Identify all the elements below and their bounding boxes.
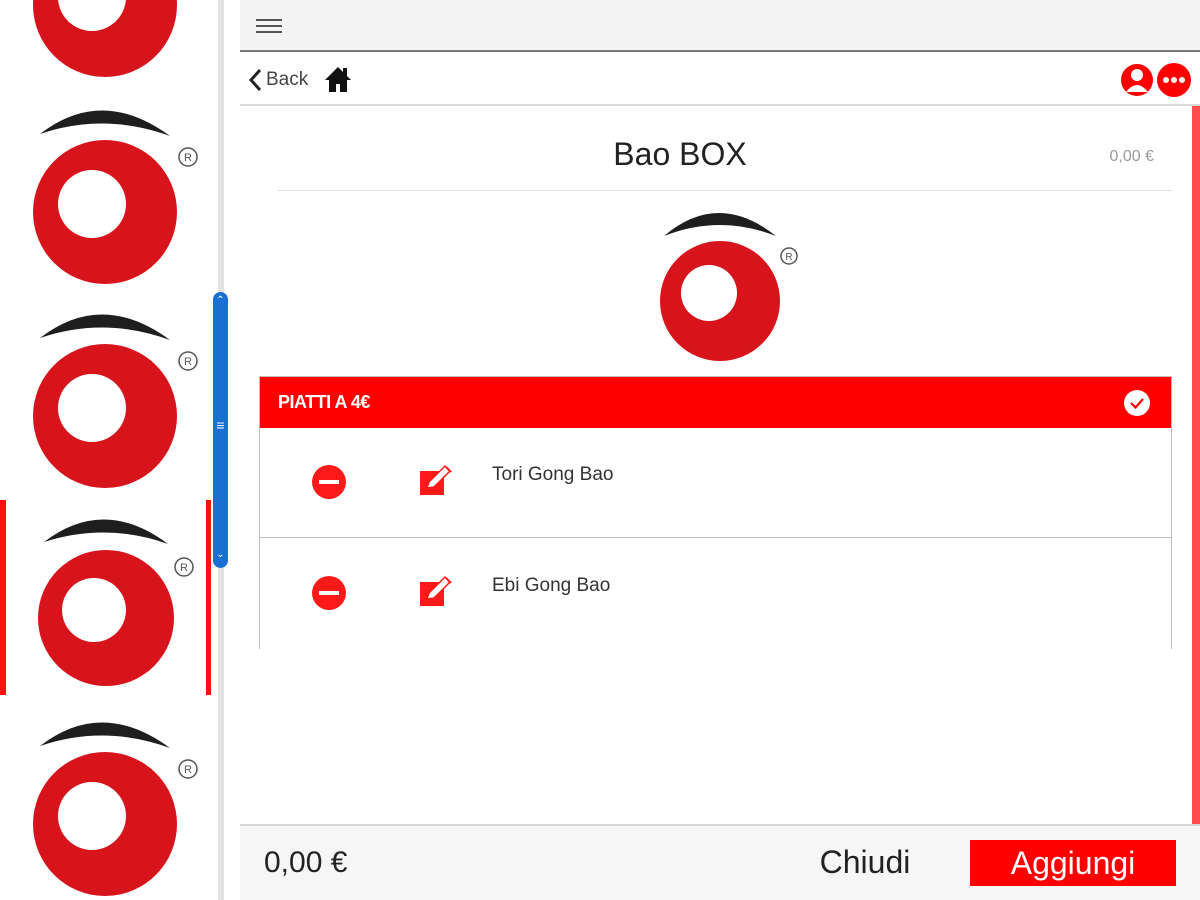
- sidebar-logo-item-selected[interactable]: R: [0, 500, 211, 700]
- back-label: Back: [266, 69, 309, 90]
- brand-logo-icon: R: [33, 110, 198, 284]
- list-item: Ebi Gong Bao: [260, 539, 1171, 649]
- product-price: 0,00 €: [1109, 148, 1154, 165]
- section-header[interactable]: PIATTI A 4€: [260, 377, 1171, 428]
- item-name: Ebi Gong Bao: [492, 575, 611, 596]
- remove-circle-icon[interactable]: [311, 575, 347, 611]
- brand-logo-icon: R: [33, 314, 198, 488]
- order-total: 0,00 €: [264, 846, 348, 879]
- app-root: R R R R ⌃ ≡ ⌄ Back Bao BOX 0,00 € R PIAT…: [0, 0, 1200, 900]
- grip-icon: ≡: [216, 417, 225, 433]
- svg-text:R: R: [184, 152, 192, 164]
- menu-section: PIATTI A 4€ Tori Gong Bao Ebi Gong Bao: [259, 376, 1172, 649]
- hamburger-menu-icon[interactable]: [256, 16, 282, 36]
- nav-bar: Back: [240, 54, 1200, 106]
- home-icon[interactable]: [324, 65, 352, 93]
- brand-logo-icon: R: [33, 0, 177, 77]
- chevron-down-icon: ⌄: [216, 549, 225, 560]
- close-button[interactable]: Chiudi: [780, 838, 950, 886]
- back-button[interactable]: Back: [248, 66, 308, 94]
- svg-text:R: R: [184, 356, 192, 368]
- right-accent-rail: [1192, 106, 1200, 824]
- brand-logo-icon: R: [38, 519, 194, 686]
- sidebar[interactable]: R R R R: [0, 0, 218, 900]
- add-button[interactable]: Aggiungi: [970, 840, 1176, 886]
- product-title: Bao BOX: [613, 136, 747, 172]
- svg-text:R: R: [785, 252, 792, 263]
- svg-text:R: R: [184, 764, 192, 776]
- chevron-left-icon: [248, 68, 262, 92]
- section-title: PIATTI A 4€: [278, 392, 370, 412]
- sidebar-logo-item[interactable]: R: [30, 296, 205, 496]
- list-item: Tori Gong Bao: [260, 428, 1171, 538]
- edit-icon[interactable]: [417, 573, 455, 611]
- footer-bar: 0,00 € Chiudi Aggiungi: [240, 824, 1200, 900]
- chevron-up-icon: ⌃: [216, 295, 225, 306]
- more-icon[interactable]: [1156, 62, 1192, 98]
- sidebar-logo-item[interactable]: R: [30, 704, 205, 900]
- check-circle-icon: [1124, 390, 1150, 416]
- svg-text:R: R: [180, 562, 188, 574]
- user-icon[interactable]: [1120, 62, 1154, 98]
- edit-icon[interactable]: [417, 462, 455, 500]
- brand-logo-icon: R: [33, 722, 198, 896]
- remove-circle-icon[interactable]: [311, 464, 347, 500]
- brand-logo: R: [654, 200, 804, 365]
- top-bar: [240, 0, 1200, 52]
- sidebar-logo-item[interactable]: R: [30, 0, 205, 85]
- brand-logo-icon: R: [660, 213, 798, 361]
- item-name: Tori Gong Bao: [492, 464, 614, 485]
- title-divider: [278, 190, 1172, 191]
- product-detail-panel: Bao BOX 0,00 € R PIATTI A 4€ Tori Gong B…: [240, 106, 1192, 824]
- sidebar-logo-item[interactable]: R: [30, 92, 205, 292]
- sidebar-scrollbar-handle[interactable]: ⌃ ≡ ⌄: [213, 292, 228, 568]
